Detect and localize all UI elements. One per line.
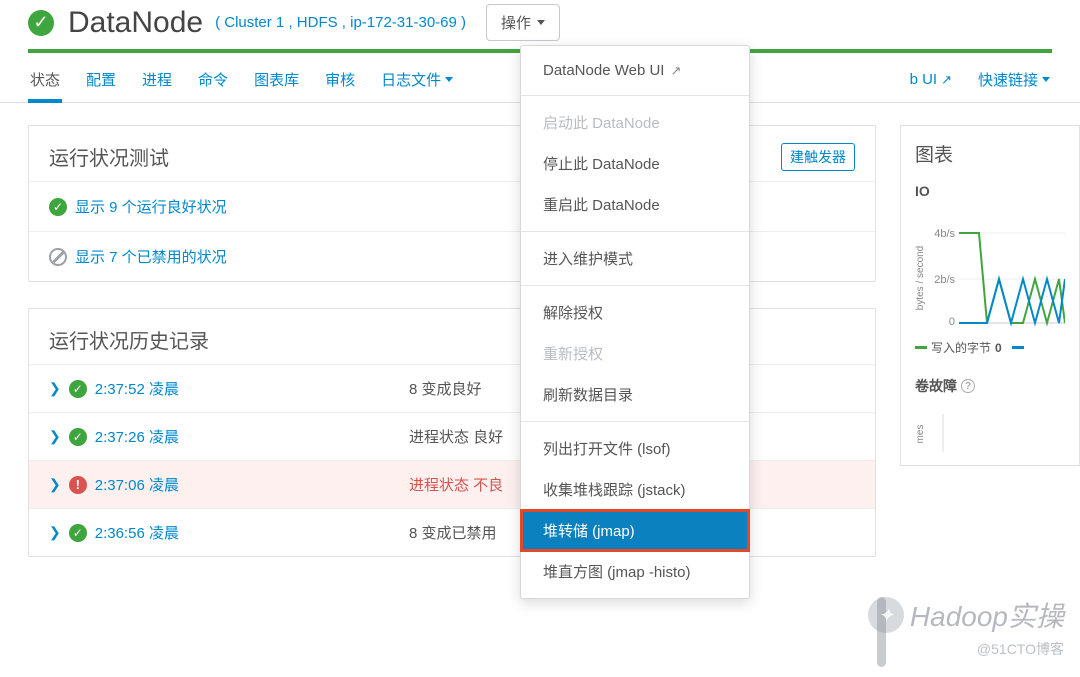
status-ok-icon: ✓ [49,198,67,216]
io-chart: bytes / second 4b/s 2b/s 0 [915,203,1065,333]
divider [521,285,749,286]
svg-text:mes: mes [915,425,926,444]
external-link-icon: ↗ [941,72,952,88]
charts-panel: 图表 IO bytes / second 4b/s 2b/s 0 写入的字节 [900,125,1080,466]
tab-audit[interactable]: 审核 [323,61,357,102]
tab-commands[interactable]: 命令 [196,61,230,102]
status-bad-icon: ! [69,476,87,494]
actions-dropdown: DataNode Web UI ↗ 启动此 DataNode 停止此 DataN… [520,45,750,599]
chevron-right-icon: ❯ [49,428,61,445]
svg-text:4b/s: 4b/s [934,228,955,240]
charts-title: 图表 [915,140,1065,167]
tab-webui[interactable]: b UI ↗ [908,63,954,100]
breadcrumb[interactable]: ( Cluster 1 , HDFS , ip-172-31-30-69 ) [215,14,466,31]
tab-quicklinks[interactable]: 快速链接 [976,61,1052,102]
chevron-right-icon: ❯ [49,476,61,493]
watermark-sub: @51CTO博客 [977,639,1064,659]
legend-swatch-icon [1012,346,1024,349]
help-icon[interactable]: ? [961,379,975,393]
watermark: ✦ Hadoop实操 [868,595,1064,635]
status-ok-icon: ✓ [28,10,54,36]
volume-fault-title: 卷故障 ? [915,376,1065,396]
dropdown-item-webui[interactable]: DataNode Web UI ↗ [521,52,749,89]
caret-down-icon [445,77,453,82]
dropdown-item-jmap[interactable]: 堆转储 (jmap) [521,510,749,551]
divider [521,231,749,232]
caret-down-icon [537,20,545,25]
status-ok-icon: ✓ [69,428,87,446]
status-disabled-icon [49,248,67,266]
dropdown-item-restart[interactable]: 重启此 DataNode [521,184,749,225]
io-chart-title: IO [915,183,1065,199]
dropdown-item-maintenance[interactable]: 进入维护模式 [521,238,749,279]
tab-status[interactable]: 状态 [28,61,62,102]
actions-label: 操作 [501,12,531,33]
caret-down-icon [1042,77,1050,82]
create-trigger-link[interactable]: 建触发器 [781,143,855,171]
tab-logs[interactable]: 日志文件 [379,61,455,102]
tab-charts[interactable]: 图表库 [252,61,301,102]
tab-config[interactable]: 配置 [84,61,118,102]
svg-text:bytes / second: bytes / second [915,246,926,310]
history-title: 运行状况历史记录 [49,325,209,354]
legend-swatch-icon [915,346,927,349]
svg-text:0: 0 [949,316,955,328]
chart-legend: 写入的字节 0 [915,339,1065,356]
actions-dropdown-button[interactable]: 操作 [486,4,560,41]
health-tests-title: 运行状况测试 [49,142,169,171]
dropdown-item-reauth: 重新授权 [521,333,749,374]
status-ok-icon: ✓ [69,524,87,542]
external-link-icon: ↗ [670,63,681,79]
scrollbar[interactable] [877,597,886,667]
dropdown-item-refresh[interactable]: 刷新数据目录 [521,374,749,415]
tab-process[interactable]: 进程 [140,61,174,102]
dropdown-item-jmap-histo[interactable]: 堆直方图 (jmap -histo) [521,551,749,592]
dropdown-item-lsof[interactable]: 列出打开文件 (lsof) [521,428,749,469]
status-ok-icon: ✓ [69,380,87,398]
dropdown-item-start: 启动此 DataNode [521,102,749,143]
chevron-right-icon: ❯ [49,524,61,541]
volume-sparkline: mes [915,404,1065,457]
dropdown-item-deauth[interactable]: 解除授权 [521,292,749,333]
chevron-right-icon: ❯ [49,380,61,397]
divider [521,421,749,422]
dropdown-item-stop[interactable]: 停止此 DataNode [521,143,749,184]
svg-text:2b/s: 2b/s [934,274,955,286]
dropdown-item-jstack[interactable]: 收集堆栈跟踪 (jstack) [521,469,749,510]
divider [521,95,749,96]
page-title: DataNode [68,6,203,40]
